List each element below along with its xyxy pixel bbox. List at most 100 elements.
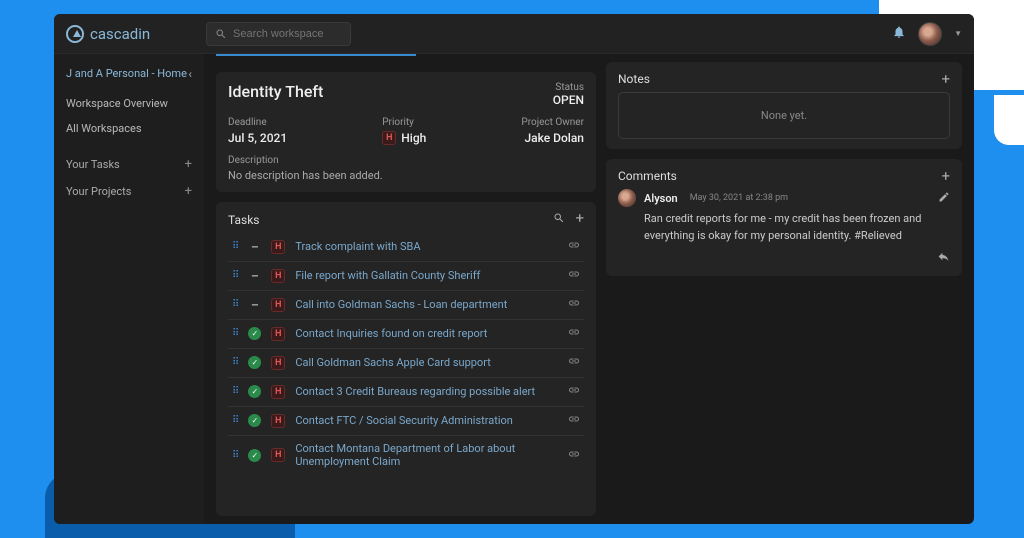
search-icon [215, 28, 227, 40]
app-window: cascadin ▼ J and A Personal - Home ‹ Wor… [54, 14, 974, 524]
drag-handle-icon[interactable]: ⠿ [232, 299, 238, 310]
task-row[interactable]: ⠿ ✓ H Contact Inquiries found on credit rep… [228, 319, 584, 347]
project-summary-panel: Identity Theft Status OPEN Deadline Jul … [216, 72, 596, 192]
comment-avatar [618, 189, 636, 207]
status-open-icon: – [248, 298, 261, 311]
task-title[interactable]: Call into Goldman Sachs - Loan departmen… [295, 298, 558, 311]
tasks-panel: Tasks + ⠿–HTrack complaint with SBA⠿–HFi… [216, 202, 596, 516]
reply-icon[interactable] [937, 250, 950, 266]
unlink-icon[interactable] [568, 239, 580, 254]
unlink-icon[interactable] [568, 448, 580, 463]
task-row[interactable]: ⠿–H Track complaint with SBA [228, 233, 584, 260]
workspace-name[interactable]: J and A Personal - Home [66, 66, 187, 81]
task-title[interactable]: Contact FTC / Social Security Administra… [295, 414, 558, 427]
priority-badge: H [271, 414, 285, 428]
priority-badge: H [271, 298, 285, 312]
sidebar-item-overview[interactable]: Workspace Overview [54, 91, 204, 116]
status-done-icon: ✓ [248, 414, 261, 427]
owner-value: Jake Dolan [521, 131, 584, 145]
task-row[interactable]: ⠿ ✓ H Contact 3 Credit Bureaus regarding po… [228, 377, 584, 405]
add-task-icon[interactable]: + [575, 212, 584, 227]
task-row[interactable]: ⠿ ✓ H Call Goldman Sachs Apple Card support [228, 348, 584, 376]
sidebar-item-your-projects[interactable]: Your Projects + [54, 178, 204, 205]
description-value: No description has been added. [228, 169, 584, 182]
comment-timestamp: May 30, 2021 at 2:38 pm [690, 193, 788, 203]
status-done-icon: ✓ [248, 449, 261, 462]
unlink-icon[interactable] [568, 413, 580, 428]
priority-badge: H [271, 240, 285, 254]
notifications-icon[interactable] [892, 25, 906, 42]
plus-icon[interactable]: + [185, 184, 192, 199]
deadline-label: Deadline [228, 117, 287, 128]
brand-name: cascadin [90, 25, 150, 43]
chevron-down-icon[interactable]: ▼ [954, 29, 962, 38]
unlink-icon[interactable] [568, 326, 580, 341]
status-value: OPEN [553, 93, 584, 107]
comment-body: Ran credit reports for me - my credit ha… [644, 211, 950, 244]
comments-panel: Comments + Alyson May 30, 2021 at 2:38 p… [606, 159, 962, 276]
drag-handle-icon[interactable]: ⠿ [232, 386, 238, 397]
status-label: Status [553, 82, 584, 93]
chevron-left-icon[interactable]: ‹ [188, 67, 192, 81]
task-title[interactable]: Contact Inquiries found on credit report [295, 327, 558, 340]
sidebar-item-your-tasks[interactable]: Your Tasks + [54, 151, 204, 178]
edit-comment-icon[interactable] [938, 191, 950, 206]
plus-icon[interactable]: + [185, 157, 192, 172]
task-title[interactable]: Track complaint with SBA [295, 240, 558, 253]
priority-label: Priority [382, 117, 426, 128]
notes-panel: Notes + None yet. [606, 62, 962, 149]
search-input-wrap[interactable] [206, 22, 351, 46]
sidebar-item-all-workspaces[interactable]: All Workspaces [54, 116, 204, 141]
unlink-icon[interactable] [568, 268, 580, 283]
notes-header: Notes [618, 72, 650, 86]
status-open-icon: – [248, 269, 261, 282]
status-open-icon: – [248, 240, 261, 253]
drag-handle-icon[interactable]: ⠿ [232, 241, 238, 252]
brand-logo[interactable]: cascadin [66, 25, 206, 43]
brand-icon [66, 25, 84, 43]
task-row[interactable]: ⠿ ✓ H Contact FTC / Social Security Adminis… [228, 406, 584, 434]
task-row[interactable]: ⠿–H File report with Gallatin County Sher… [228, 261, 584, 289]
project-title: Identity Theft [228, 82, 323, 107]
unlink-icon[interactable] [568, 384, 580, 399]
drag-handle-icon[interactable]: ⠿ [232, 328, 238, 339]
description-label: Description [228, 155, 584, 166]
task-title[interactable]: File report with Gallatin County Sheriff [295, 269, 558, 282]
drag-handle-icon[interactable]: ⠿ [232, 357, 238, 368]
notes-empty-state: None yet. [618, 92, 950, 139]
topbar: cascadin ▼ [54, 14, 974, 54]
priority-badge: H [271, 448, 285, 462]
unlink-icon[interactable] [568, 355, 580, 370]
add-note-icon[interactable]: + [941, 73, 950, 85]
drag-handle-icon[interactable]: ⠿ [232, 270, 238, 281]
user-avatar[interactable] [918, 22, 942, 46]
priority-badge: H [382, 131, 396, 145]
comment-author: Alyson [644, 192, 678, 205]
sidebar-item-label: Your Projects [66, 185, 131, 198]
bg-decoration [994, 95, 1024, 145]
status-done-icon: ✓ [248, 356, 261, 369]
task-row[interactable]: ⠿–H Call into Goldman Sachs - Loan depart… [228, 290, 584, 318]
task-row[interactable]: ⠿ ✓ H Contact Montana Department of Labor a… [228, 435, 584, 474]
status-done-icon: ✓ [248, 385, 261, 398]
search-tasks-icon[interactable] [553, 212, 565, 227]
priority-value: High [401, 131, 426, 145]
task-title[interactable]: Call Goldman Sachs Apple Card support [295, 356, 558, 369]
task-title[interactable]: Contact 3 Credit Bureaus regarding possi… [295, 385, 558, 398]
add-comment-icon[interactable]: + [941, 170, 950, 182]
sidebar-item-label: Your Tasks [66, 158, 120, 171]
deadline-value: Jul 5, 2021 [228, 131, 287, 145]
task-title[interactable]: Contact Montana Department of Labor abou… [295, 442, 558, 468]
priority-badge: H [271, 385, 285, 399]
priority-badge: H [271, 269, 285, 283]
drag-handle-icon[interactable]: ⠿ [232, 415, 238, 426]
unlink-icon[interactable] [568, 297, 580, 312]
priority-badge: H [271, 327, 285, 341]
search-input[interactable] [233, 28, 333, 40]
priority-badge: H [271, 356, 285, 370]
status-done-icon: ✓ [248, 327, 261, 340]
drag-handle-icon[interactable]: ⠿ [232, 450, 238, 461]
owner-label: Project Owner [521, 117, 584, 128]
tasks-header: Tasks [228, 213, 260, 227]
sidebar: J and A Personal - Home ‹ Workspace Over… [54, 54, 204, 524]
